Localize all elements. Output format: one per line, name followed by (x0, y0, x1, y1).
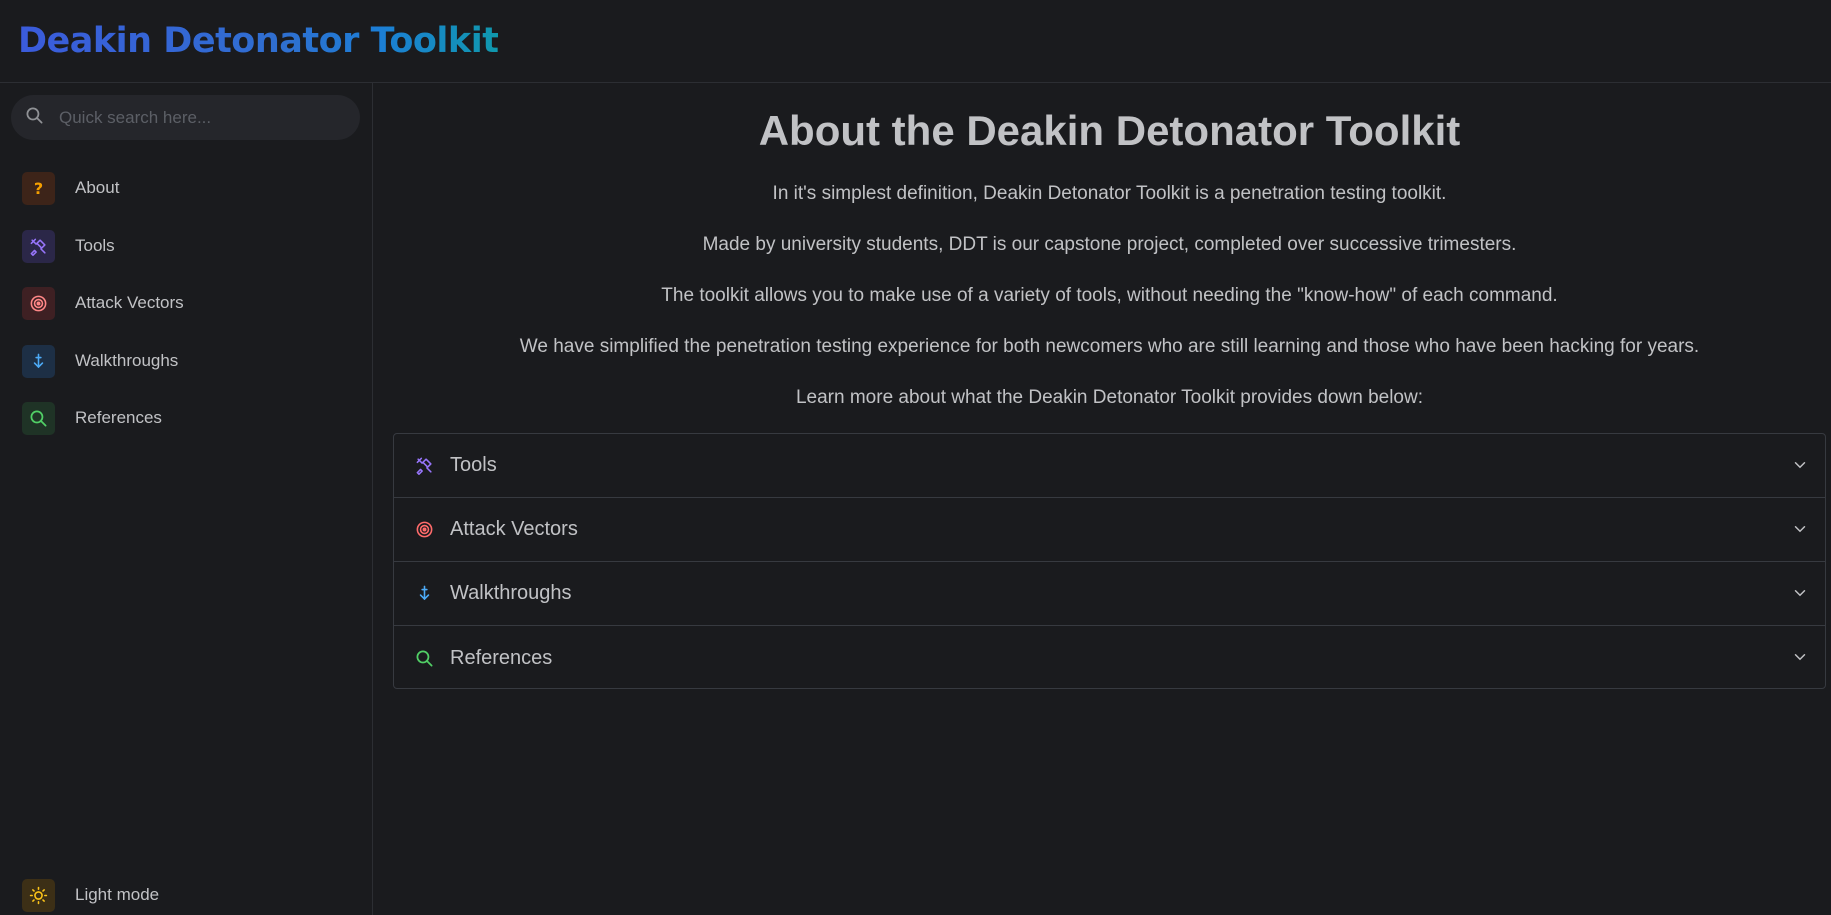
search-icon (25, 106, 44, 130)
tools-icon (414, 456, 434, 476)
chevron-down-icon (1794, 654, 1806, 661)
intro-paragraph: Made by university students, DDT is our … (702, 234, 1517, 255)
question-mark-icon: ? (22, 171, 55, 205)
sidebar-item-label: Tools (75, 236, 115, 255)
intro-paragraph: Learn more about what the Deakin Detonat… (795, 387, 1424, 408)
main-content: About the Deakin Detonator Toolkit In it… (393, 83, 1826, 915)
accordion-label: Walkthroughs (450, 582, 572, 604)
arrow-down-icon (414, 584, 434, 604)
sidebar-item-label: Walkthroughs (75, 351, 179, 370)
chevron-down-icon (1794, 462, 1806, 469)
target-icon (414, 520, 434, 540)
accordion-label: References (450, 646, 553, 669)
accordion-item-references[interactable]: References (394, 626, 1825, 690)
search-input[interactable]: Quick search here... (11, 95, 360, 140)
intro-paragraph: In it's simplest definition, Deakin Deto… (772, 183, 1447, 204)
page-title: About the Deakin Detonator Toolkit (758, 107, 1461, 154)
arrow-down-icon (22, 344, 55, 378)
accordion-label: Tools (450, 454, 497, 476)
sidebar-item-walkthroughs[interactable]: Walkthroughs (22, 344, 352, 378)
search-icon (22, 401, 55, 435)
light-mode-toggle[interactable]: Light mode (22, 878, 159, 912)
sidebar-item-label: Attack Vectors (75, 293, 184, 312)
app-header: Deakin Detonator Toolkit (0, 0, 1831, 83)
search-icon (414, 648, 434, 668)
accordion-item-walkthroughs[interactable]: Walkthroughs (394, 562, 1825, 626)
sidebar: Quick search here... ? About Tools Attac… (0, 83, 373, 915)
search-placeholder: Quick search here... (59, 107, 212, 127)
accordion-item-tools[interactable]: Tools (394, 434, 1825, 498)
target-icon (22, 286, 55, 320)
sun-icon (22, 878, 55, 912)
intro-paragraph: We have simplified the penetration testi… (519, 336, 1700, 357)
chevron-down-icon (1794, 526, 1806, 533)
sidebar-item-attack-vectors[interactable]: Attack Vectors (22, 286, 352, 320)
app-title: Deakin Detonator Toolkit (18, 21, 499, 61)
sidebar-item-label: References (75, 408, 162, 427)
tools-icon (22, 229, 55, 263)
features-accordion: Tools Attack Vectors Walkthroughs Refere… (393, 433, 1826, 689)
intro-paragraph: The toolkit allows you to make use of a … (661, 285, 1558, 306)
accordion-label: Attack Vectors (450, 518, 578, 540)
accordion-item-attack-vectors[interactable]: Attack Vectors (394, 498, 1825, 562)
sidebar-item-label: About (75, 178, 120, 197)
sidebar-item-about[interactable]: ? About (22, 171, 352, 205)
chevron-down-icon (1794, 590, 1806, 597)
sidebar-item-tools[interactable]: Tools (22, 229, 352, 263)
light-mode-label: Light mode (75, 885, 160, 904)
sidebar-item-references[interactable]: References (22, 401, 352, 435)
